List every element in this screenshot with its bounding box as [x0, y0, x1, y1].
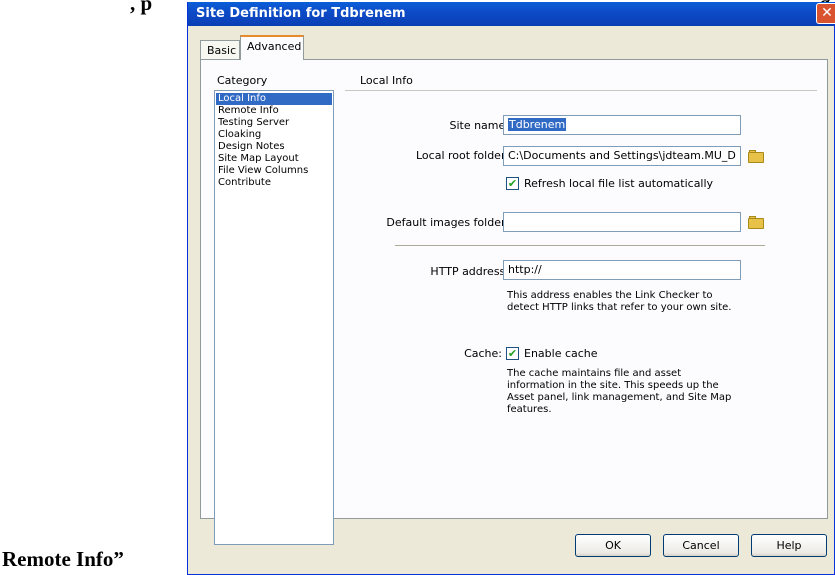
site-definition-dialog: Site Definition for Tdbrenem ✕ Basic Adv… — [187, 2, 835, 575]
close-button[interactable]: ✕ — [816, 3, 835, 24]
cache-label: Cache: — [464, 347, 502, 360]
category-item-contribute[interactable]: Contribute — [216, 177, 332, 189]
document-text-top: , p — [130, 0, 152, 16]
refresh-checkbox[interactable]: ✔ — [506, 177, 519, 190]
refresh-checkbox-label: Refresh local file list automatically — [524, 177, 714, 190]
tab-advanced[interactable]: Advanced — [240, 35, 304, 60]
section-title: Local Info — [360, 74, 413, 87]
enable-cache-checkbox-label: Enable cache — [524, 347, 598, 360]
window-title: Site Definition for Tdbrenem — [196, 6, 406, 21]
cancel-button[interactable]: Cancel — [663, 534, 739, 557]
title-bar[interactable]: Site Definition for Tdbrenem ✕ — [188, 2, 835, 26]
document-text-top-left: , p — [130, 0, 153, 15]
default-images-folder-label: Default images folder: — [386, 216, 509, 229]
checkmark-icon: ✔ — [507, 347, 518, 360]
checkmark-icon: ✔ — [507, 177, 518, 190]
section-rule — [345, 90, 817, 91]
category-item-testing-server[interactable]: Testing Server — [216, 117, 332, 129]
http-address-description: This address enables the Link Checker to… — [507, 290, 732, 313]
help-button[interactable]: Help — [751, 534, 827, 557]
separator — [395, 245, 765, 247]
local-root-folder-field[interactable]: C:\Documents and Settings\jdteam.MU_D — [503, 146, 741, 166]
site-name-label: Site name: — [449, 119, 509, 132]
ok-button[interactable]: OK — [575, 534, 651, 557]
site-name-value: Tdbrenem — [508, 118, 567, 131]
site-name-field[interactable]: Tdbrenem — [503, 115, 741, 135]
category-item-file-view-columns[interactable]: File View Columns — [216, 165, 332, 177]
category-list[interactable]: Local Info Remote Info Testing Server Cl… — [214, 90, 334, 545]
local-root-folder-label: Local root folder: — [415, 149, 509, 162]
category-heading: Category — [217, 74, 268, 87]
folder-icon[interactable] — [748, 150, 764, 163]
enable-cache-checkbox[interactable]: ✔ — [506, 347, 519, 360]
folder-icon[interactable] — [748, 216, 764, 229]
category-item-local-info[interactable]: Local Info — [216, 93, 332, 105]
category-item-design-notes[interactable]: Design Notes — [216, 141, 332, 153]
http-address-field[interactable]: http:// — [503, 260, 741, 280]
tab-basic[interactable]: Basic — [200, 40, 240, 60]
cache-description: The cache maintains file and asset infor… — [507, 368, 732, 415]
close-icon: ✕ — [821, 5, 833, 21]
category-item-cloaking[interactable]: Cloaking — [216, 129, 332, 141]
document-text-bottom: Remote Info” — [2, 547, 124, 571]
category-item-site-map-layout[interactable]: Site Map Layout — [216, 153, 332, 165]
category-item-remote-info[interactable]: Remote Info — [216, 105, 332, 117]
default-images-folder-field[interactable] — [503, 212, 741, 232]
http-address-label: HTTP address: — [430, 265, 509, 278]
